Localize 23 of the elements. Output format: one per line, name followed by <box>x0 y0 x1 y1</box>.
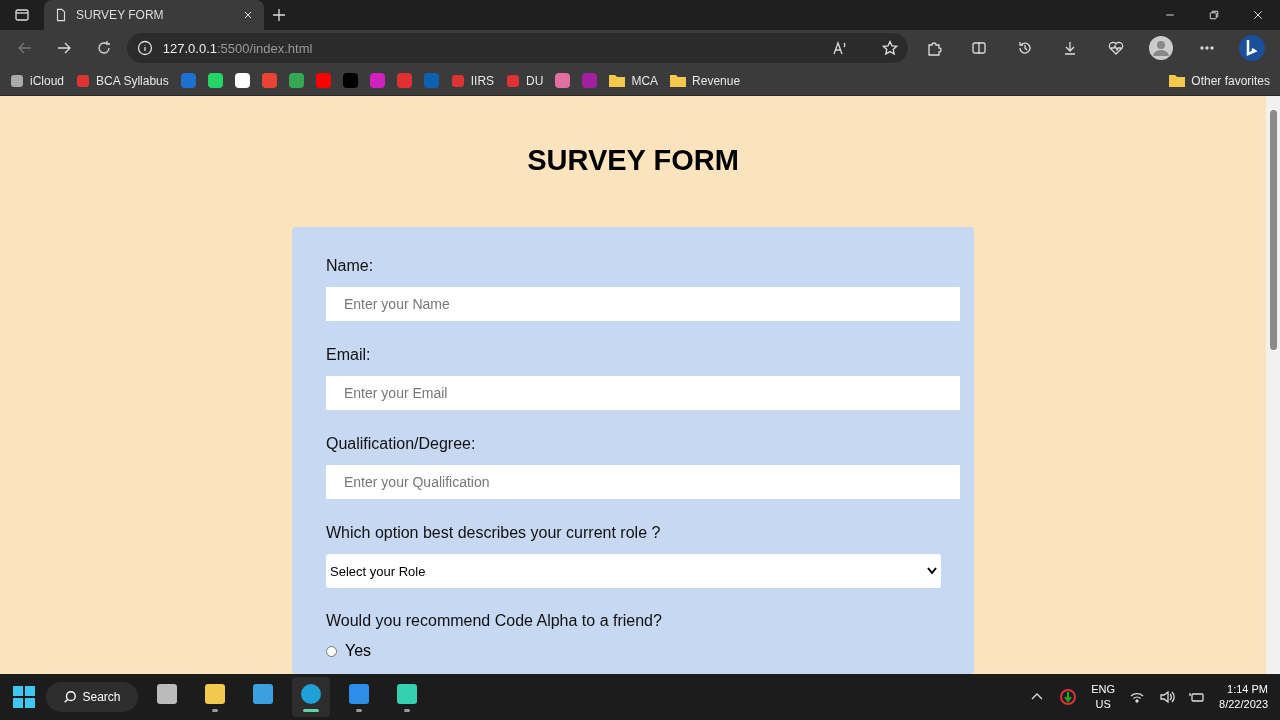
bookmark-link[interactable]: BCA Syllabus <box>76 73 169 88</box>
text-input[interactable]: Enter your Qualification <box>326 465 960 499</box>
role-select[interactable]: Select your Role <box>326 554 941 588</box>
field-label: Qualification/Degree: <box>326 435 477 453</box>
text-input[interactable]: Enter your Email <box>326 376 960 410</box>
page-heading: SURVEY FORM <box>527 144 739 177</box>
text-input[interactable]: Enter your Name <box>326 287 960 321</box>
radio-label: Yes <box>345 642 372 660</box>
bookmark-folder[interactable]: Revenue <box>670 73 741 88</box>
field-label: Which option best describes your current role ? <box>326 524 662 542</box>
search-button[interactable]: Search <box>46 682 138 712</box>
field-label: Email: <box>326 346 372 364</box>
bookmark-folder[interactable]: MCA <box>609 73 659 88</box>
address-bar[interactable]: 127.0.0.1:5500/index.html <box>126 33 908 63</box>
field-label: Name: <box>326 257 375 275</box>
language-indicator[interactable]: ENG US <box>1091 682 1116 712</box>
question-label: Would you recommend Code Alpha to a friend? <box>326 612 663 630</box>
bookmark-folder[interactable]: Other favorites <box>1169 73 1270 88</box>
browser-tab[interactable]: SURVEY FORM <box>44 0 264 30</box>
clock[interactable]: 1:14 PM 8/22/2023 <box>1219 682 1268 712</box>
bookmark-link[interactable]: iCloud <box>10 73 65 88</box>
bookmark-link[interactable]: IIRS <box>450 73 495 88</box>
bookmark-link[interactable]: DU <box>506 73 544 88</box>
